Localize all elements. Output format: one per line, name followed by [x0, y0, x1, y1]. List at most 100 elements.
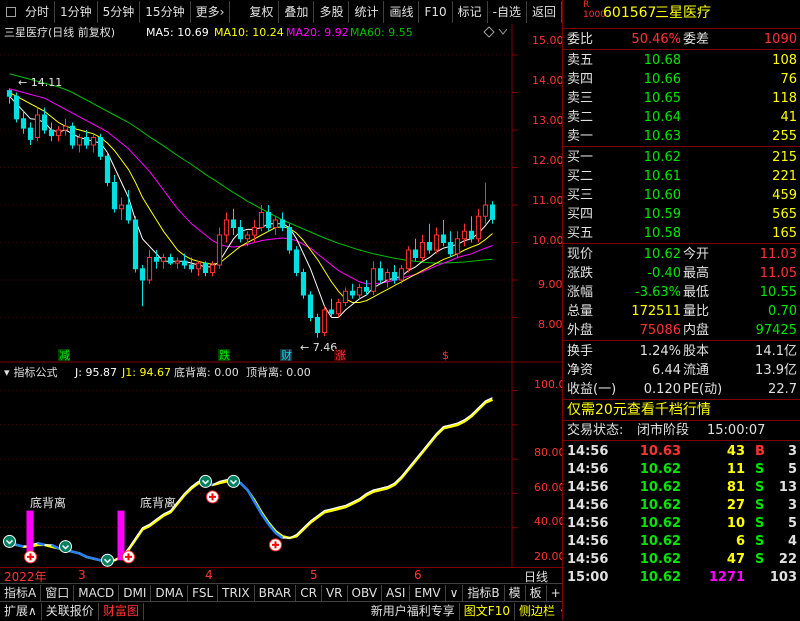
multi-stock-button[interactable]: 多股 — [314, 1, 350, 23]
candle-body — [412, 249, 419, 258]
j-falling-segment — [72, 550, 80, 555]
tab-indicator-a[interactable]: 指标A — [0, 584, 42, 602]
candle-body — [237, 227, 244, 240]
candle-body — [286, 227, 293, 251]
event-marker[interactable]: 涨 — [335, 349, 346, 362]
tab-board[interactable]: 板 — [526, 584, 547, 602]
level-price: 10.68 — [643, 53, 681, 68]
low-annotation: ← 7.46 — [300, 341, 337, 354]
related-quote-button[interactable]: 关联报价 — [42, 603, 99, 620]
fund-value: 1.24% — [639, 344, 681, 359]
candle-body — [461, 230, 468, 240]
event-marker[interactable]: 跌 — [219, 348, 230, 362]
candle-body — [265, 212, 272, 228]
tab-dmi[interactable]: DMI — [119, 584, 152, 602]
kline-chart[interactable]: 三星医疗(日线 前复权) MA5: 10.69 MA10: 10.24 MA20… — [0, 24, 562, 567]
tab-window[interactable]: 窗口 — [41, 584, 75, 602]
fund-label: 流通 — [683, 363, 710, 378]
new-user-promo-link[interactable]: 新用户福利专享 — [367, 603, 460, 620]
tab-15min[interactable]: 15分钟 — [140, 1, 191, 23]
more-button[interactable]: 更多› — [191, 1, 231, 23]
tab-fenshi[interactable]: 分时 — [20, 1, 56, 23]
buy-level-row: 买一 10.62 215 — [563, 148, 800, 167]
tab-5min[interactable]: 5分钟 — [98, 1, 141, 23]
statistics-button[interactable]: 统计 — [349, 1, 385, 23]
quote-row: 现价 10.62 今开 11.03 — [563, 245, 800, 264]
fuquan-button[interactable]: 复权 — [244, 1, 280, 23]
weibi-label: 委比 — [567, 32, 594, 47]
level-volume: 215 — [772, 150, 797, 165]
j-falling-segment — [37, 541, 45, 547]
tick-price: 10.62 — [639, 498, 681, 513]
chart-title: 三星医疗(日线 前复权) — [4, 25, 115, 39]
candle-body — [55, 129, 62, 137]
back-button[interactable]: 返回 — [527, 1, 563, 23]
tick-row: 14:56 10.62 81 S 13 — [563, 478, 800, 497]
quote-value: 97425 — [755, 323, 797, 338]
promo-row[interactable]: 仅需20元查看千档行情 — [563, 401, 800, 420]
candle-body — [328, 309, 335, 315]
event-marker[interactable]: 减 — [59, 349, 70, 362]
wealth-chart-button[interactable]: 财富图 — [99, 603, 144, 620]
bottom-divergence-legend: 底背离: 0.00 — [174, 365, 239, 379]
level-volume: 255 — [772, 129, 797, 144]
f10-button[interactable]: F10 — [419, 1, 453, 23]
candle-body — [216, 234, 223, 266]
sell-signal-icon — [3, 534, 16, 548]
divergence-label: 底背离 — [140, 495, 176, 510]
tab-more-icon[interactable]: ∨ — [446, 584, 464, 602]
tab-macd[interactable]: MACD — [74, 584, 120, 602]
f10-graphic-button[interactable]: 图文F10 — [460, 603, 515, 620]
level-volume: 41 — [780, 110, 797, 125]
candle-body — [160, 257, 167, 262]
bookmark-button[interactable]: 标记 — [453, 1, 488, 23]
indicator-tick: 80.00 — [534, 446, 562, 459]
tab-trix[interactable]: TRIX — [218, 584, 255, 602]
tab-fsl[interactable]: FSL — [188, 584, 219, 602]
event-marker[interactable]: 财 — [281, 348, 292, 362]
tab-emv[interactable]: EMV — [410, 584, 446, 602]
indicator-tick: 40.00 — [534, 515, 562, 528]
quote-value: 11.05 — [759, 266, 797, 281]
trade-status-row: 交易状态: 闭市阶段 15:00:07 — [563, 421, 800, 440]
tab-1min[interactable]: 1分钟 — [55, 1, 98, 23]
tab-cr[interactable]: CR — [296, 584, 322, 602]
tick-price: 10.62 — [639, 480, 681, 495]
tab-indicator-b[interactable]: 指标B — [463, 584, 505, 602]
window-square-icon[interactable] — [6, 7, 16, 17]
overlay-button[interactable]: 叠加 — [279, 1, 315, 23]
tab-obv[interactable]: OBV — [348, 584, 383, 602]
tick-volume: 11 — [726, 462, 745, 477]
tab-dma[interactable]: DMA — [151, 584, 189, 602]
tick-direction: S — [755, 498, 765, 513]
divider — [563, 146, 800, 147]
add-watchlist-button[interactable]: -自选 — [488, 1, 528, 23]
quote-value: 0.70 — [768, 304, 797, 319]
tab-vr[interactable]: VR — [322, 584, 348, 602]
level-label: 买五 — [567, 226, 594, 241]
fund-value: 22.7 — [768, 382, 797, 397]
tick-count: 103 — [769, 570, 797, 585]
tick-volume: 10 — [726, 516, 745, 531]
stock-name: 三星医疗 — [655, 5, 711, 21]
expand-button[interactable]: 扩展∧ — [0, 603, 42, 620]
indicator-dropdown-icon[interactable]: ▾ — [4, 366, 10, 379]
tick-price: 10.62 — [639, 462, 681, 477]
draw-line-button[interactable]: 画线 — [384, 1, 420, 23]
ma10-legend: MA10: 10.24 — [214, 26, 284, 39]
promo-link[interactable]: 仅需20元查看千档行情 — [567, 401, 711, 420]
candle-body — [384, 272, 391, 281]
candle-body — [90, 137, 97, 146]
candle-body — [321, 309, 328, 333]
tab-asi[interactable]: ASI — [382, 584, 411, 602]
tab-brar[interactable]: BRAR — [255, 584, 297, 602]
stock-code: 601567 — [603, 5, 657, 21]
candle-body — [489, 204, 496, 220]
event-marker[interactable]: $ — [442, 349, 449, 362]
tab-template[interactable]: 模 — [505, 584, 526, 602]
buy-level-row: 买五 10.58 165 — [563, 224, 800, 243]
fundamental-row: 净资 6.44 流通 13.9亿 — [563, 361, 800, 380]
quote-value: -3.63% — [635, 285, 681, 300]
price-tick: 15.00 — [532, 34, 562, 47]
fund-label: PE(动) — [683, 382, 723, 397]
